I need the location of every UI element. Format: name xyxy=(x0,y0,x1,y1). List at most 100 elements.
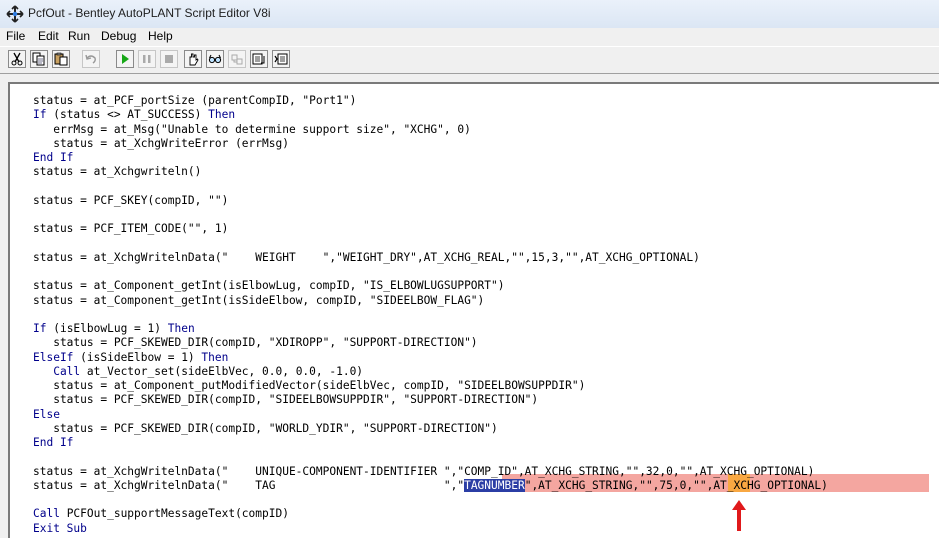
step-button[interactable] xyxy=(272,50,290,68)
copy-button[interactable] xyxy=(30,50,48,68)
pause-icon xyxy=(143,55,151,63)
keyword: Exit Sub xyxy=(33,521,87,535)
keyword: Then xyxy=(167,322,195,335)
code-line: status = at_Component_getInt(isElbowLug,… xyxy=(33,279,828,293)
code-text: status = at_Component_getInt(isElbowLug,… xyxy=(33,279,505,293)
keyword: Call xyxy=(33,364,81,378)
step-icon xyxy=(274,53,288,65)
undo-button[interactable] xyxy=(82,50,100,68)
code-text: status = PCF_SKEWED_DIR(compID, "XDIROPP… xyxy=(33,336,478,350)
code-line: status = PCF_SKEWED_DIR(compID, "SIDEELB… xyxy=(33,393,828,407)
keyword: End If xyxy=(33,436,74,449)
code-text: status = at_Xchgwriteln() xyxy=(33,165,202,179)
toolbar xyxy=(0,47,939,74)
red-arrow-icon xyxy=(732,500,746,531)
stop-button[interactable] xyxy=(160,50,178,68)
code-line: status = PCF_SKEWED_DIR(compID, "WORLD_Y… xyxy=(33,422,828,436)
script-editor-app-icon[interactable] xyxy=(6,5,24,23)
glasses-icon xyxy=(208,54,222,64)
selected-text[interactable]: TAGNUMBER xyxy=(464,478,525,492)
menu-run[interactable]: Run xyxy=(68,29,90,43)
menu-file[interactable]: File xyxy=(6,29,25,43)
code-editor[interactable]: status = at_PCF_portSize (parentCompID, … xyxy=(8,82,939,538)
code-text: status = PCF_SKEWED_DIR(compID, "SIDEELB… xyxy=(33,393,539,407)
editor-frame: status = at_PCF_portSize (parentCompID, … xyxy=(0,74,939,538)
keyword: ElseIf xyxy=(33,350,74,364)
title-bar: PcfOut - Bentley AutoPLANT Script Editor… xyxy=(0,0,939,29)
keyword: Then xyxy=(201,350,229,364)
code-line: status = PCF_SKEY(compID, "") xyxy=(33,194,828,208)
code-line: Call PCFOut_supportMessageText(compID) xyxy=(33,507,828,521)
code-text: status = PCF_SKEWED_DIR(compID, "WORLD_Y… xyxy=(33,421,498,435)
undo-icon xyxy=(85,54,96,64)
menu-help[interactable]: Help xyxy=(148,29,173,43)
paste-icon xyxy=(54,52,68,66)
code-text: PCFOut_supportMessageText(compID) xyxy=(59,507,289,521)
code-line: status = at_Component_getInt(isSideElbow… xyxy=(33,294,828,308)
paste-button[interactable] xyxy=(52,50,70,68)
code-text: status = PCF_SKEY(compID, "") xyxy=(33,193,229,207)
code-text: status = at_PCF_portSize (parentCompID, … xyxy=(33,94,357,107)
code-text: (isSideElbow = 1) xyxy=(73,350,202,364)
code-text: ,0,"",AT_XCHG_OPTIONAL) xyxy=(672,478,828,492)
code-line-tag: status = at_XchgWritelnData(" TAG ","TAG… xyxy=(33,478,828,493)
watch-icon xyxy=(231,54,243,65)
code-text: errMsg = at_Msg("Unable to determine sup… xyxy=(33,122,471,136)
code-line: If (status <> AT_SUCCESS) Then xyxy=(33,108,828,122)
code-line: Else xyxy=(33,408,828,422)
code-text: ",AT_XCHG_STRING,"", xyxy=(524,478,660,492)
keyword: Then xyxy=(208,108,236,122)
code-text: at_Vector_set(sideElbVec, 0.0, 0.0, -1.0… xyxy=(80,364,364,378)
menu-debug[interactable]: Debug xyxy=(101,29,136,43)
code-line: status = PCF_SKEWED_DIR(compID, "XDIROPP… xyxy=(33,336,828,350)
call-stack-icon xyxy=(252,53,265,65)
code-line: status = at_PCF_portSize (parentCompID, … xyxy=(33,94,828,108)
add-watch-button[interactable] xyxy=(206,50,224,68)
code-line: status = at_Component_putModifiedVector(… xyxy=(33,379,828,393)
code-line: Exit Sub xyxy=(33,522,828,536)
keyword: If xyxy=(33,108,47,122)
code-text: status = at_Component_getInt(isSideElbow… xyxy=(33,293,485,307)
cut-button[interactable] xyxy=(8,50,26,68)
code-line: status = at_XchgWritelnData(" WEIGHT ","… xyxy=(33,251,828,265)
code-text: status = PCF_ITEM_CODE("", 1) xyxy=(33,222,229,236)
run-icon xyxy=(122,54,129,64)
code-text: status = at_XchgWritelnData(" TAG "," xyxy=(33,478,465,492)
call-stack-button[interactable] xyxy=(250,50,268,68)
copy-icon xyxy=(32,52,45,66)
code-text: status = at_XchgWritelnData(" UNIQUE-COM… xyxy=(33,464,815,478)
code-text: status = at_Component_putModifiedVector(… xyxy=(33,379,586,392)
run-button[interactable] xyxy=(116,50,134,68)
code-line: status = at_XchgWriteError (errMsg) xyxy=(33,137,828,151)
code-text: (status <> AT_SUCCESS) xyxy=(46,108,209,122)
code-text: status = at_XchgWritelnData(" WEIGHT ","… xyxy=(33,250,700,264)
keyword: End If xyxy=(33,151,74,164)
code-line: status = at_XchgWritelnData(" UNIQUE-COM… xyxy=(33,465,828,479)
breakpoint-button[interactable] xyxy=(184,50,202,68)
code-line: ElseIf (isSideElbow = 1) Then xyxy=(33,351,828,365)
menu-edit[interactable]: Edit xyxy=(38,29,59,43)
script-code[interactable]: status = at_PCF_portSize (parentCompID, … xyxy=(33,94,828,536)
highlighted-number: 75 xyxy=(659,478,673,492)
menu-bar: File Edit Run Debug Help xyxy=(0,28,939,46)
keyword: Else xyxy=(33,407,60,421)
code-text: (isElbowLug = 1) xyxy=(46,322,168,335)
code-line: End If xyxy=(33,151,828,165)
code-line: End If xyxy=(33,436,828,450)
pause-button[interactable] xyxy=(138,50,156,68)
code-line: status = PCF_ITEM_CODE("", 1) xyxy=(33,222,828,236)
keyword: Call xyxy=(33,507,60,521)
code-line: If (isElbowLug = 1) Then xyxy=(33,322,828,336)
code-line: errMsg = at_Msg("Unable to determine sup… xyxy=(33,123,828,137)
cut-icon xyxy=(11,52,23,66)
keyword: If xyxy=(33,322,47,335)
code-line: status = at_Xchgwriteln() xyxy=(33,165,828,179)
code-line: Call at_Vector_set(sideElbVec, 0.0, 0.0,… xyxy=(33,365,828,379)
watch-button[interactable] xyxy=(228,50,246,68)
